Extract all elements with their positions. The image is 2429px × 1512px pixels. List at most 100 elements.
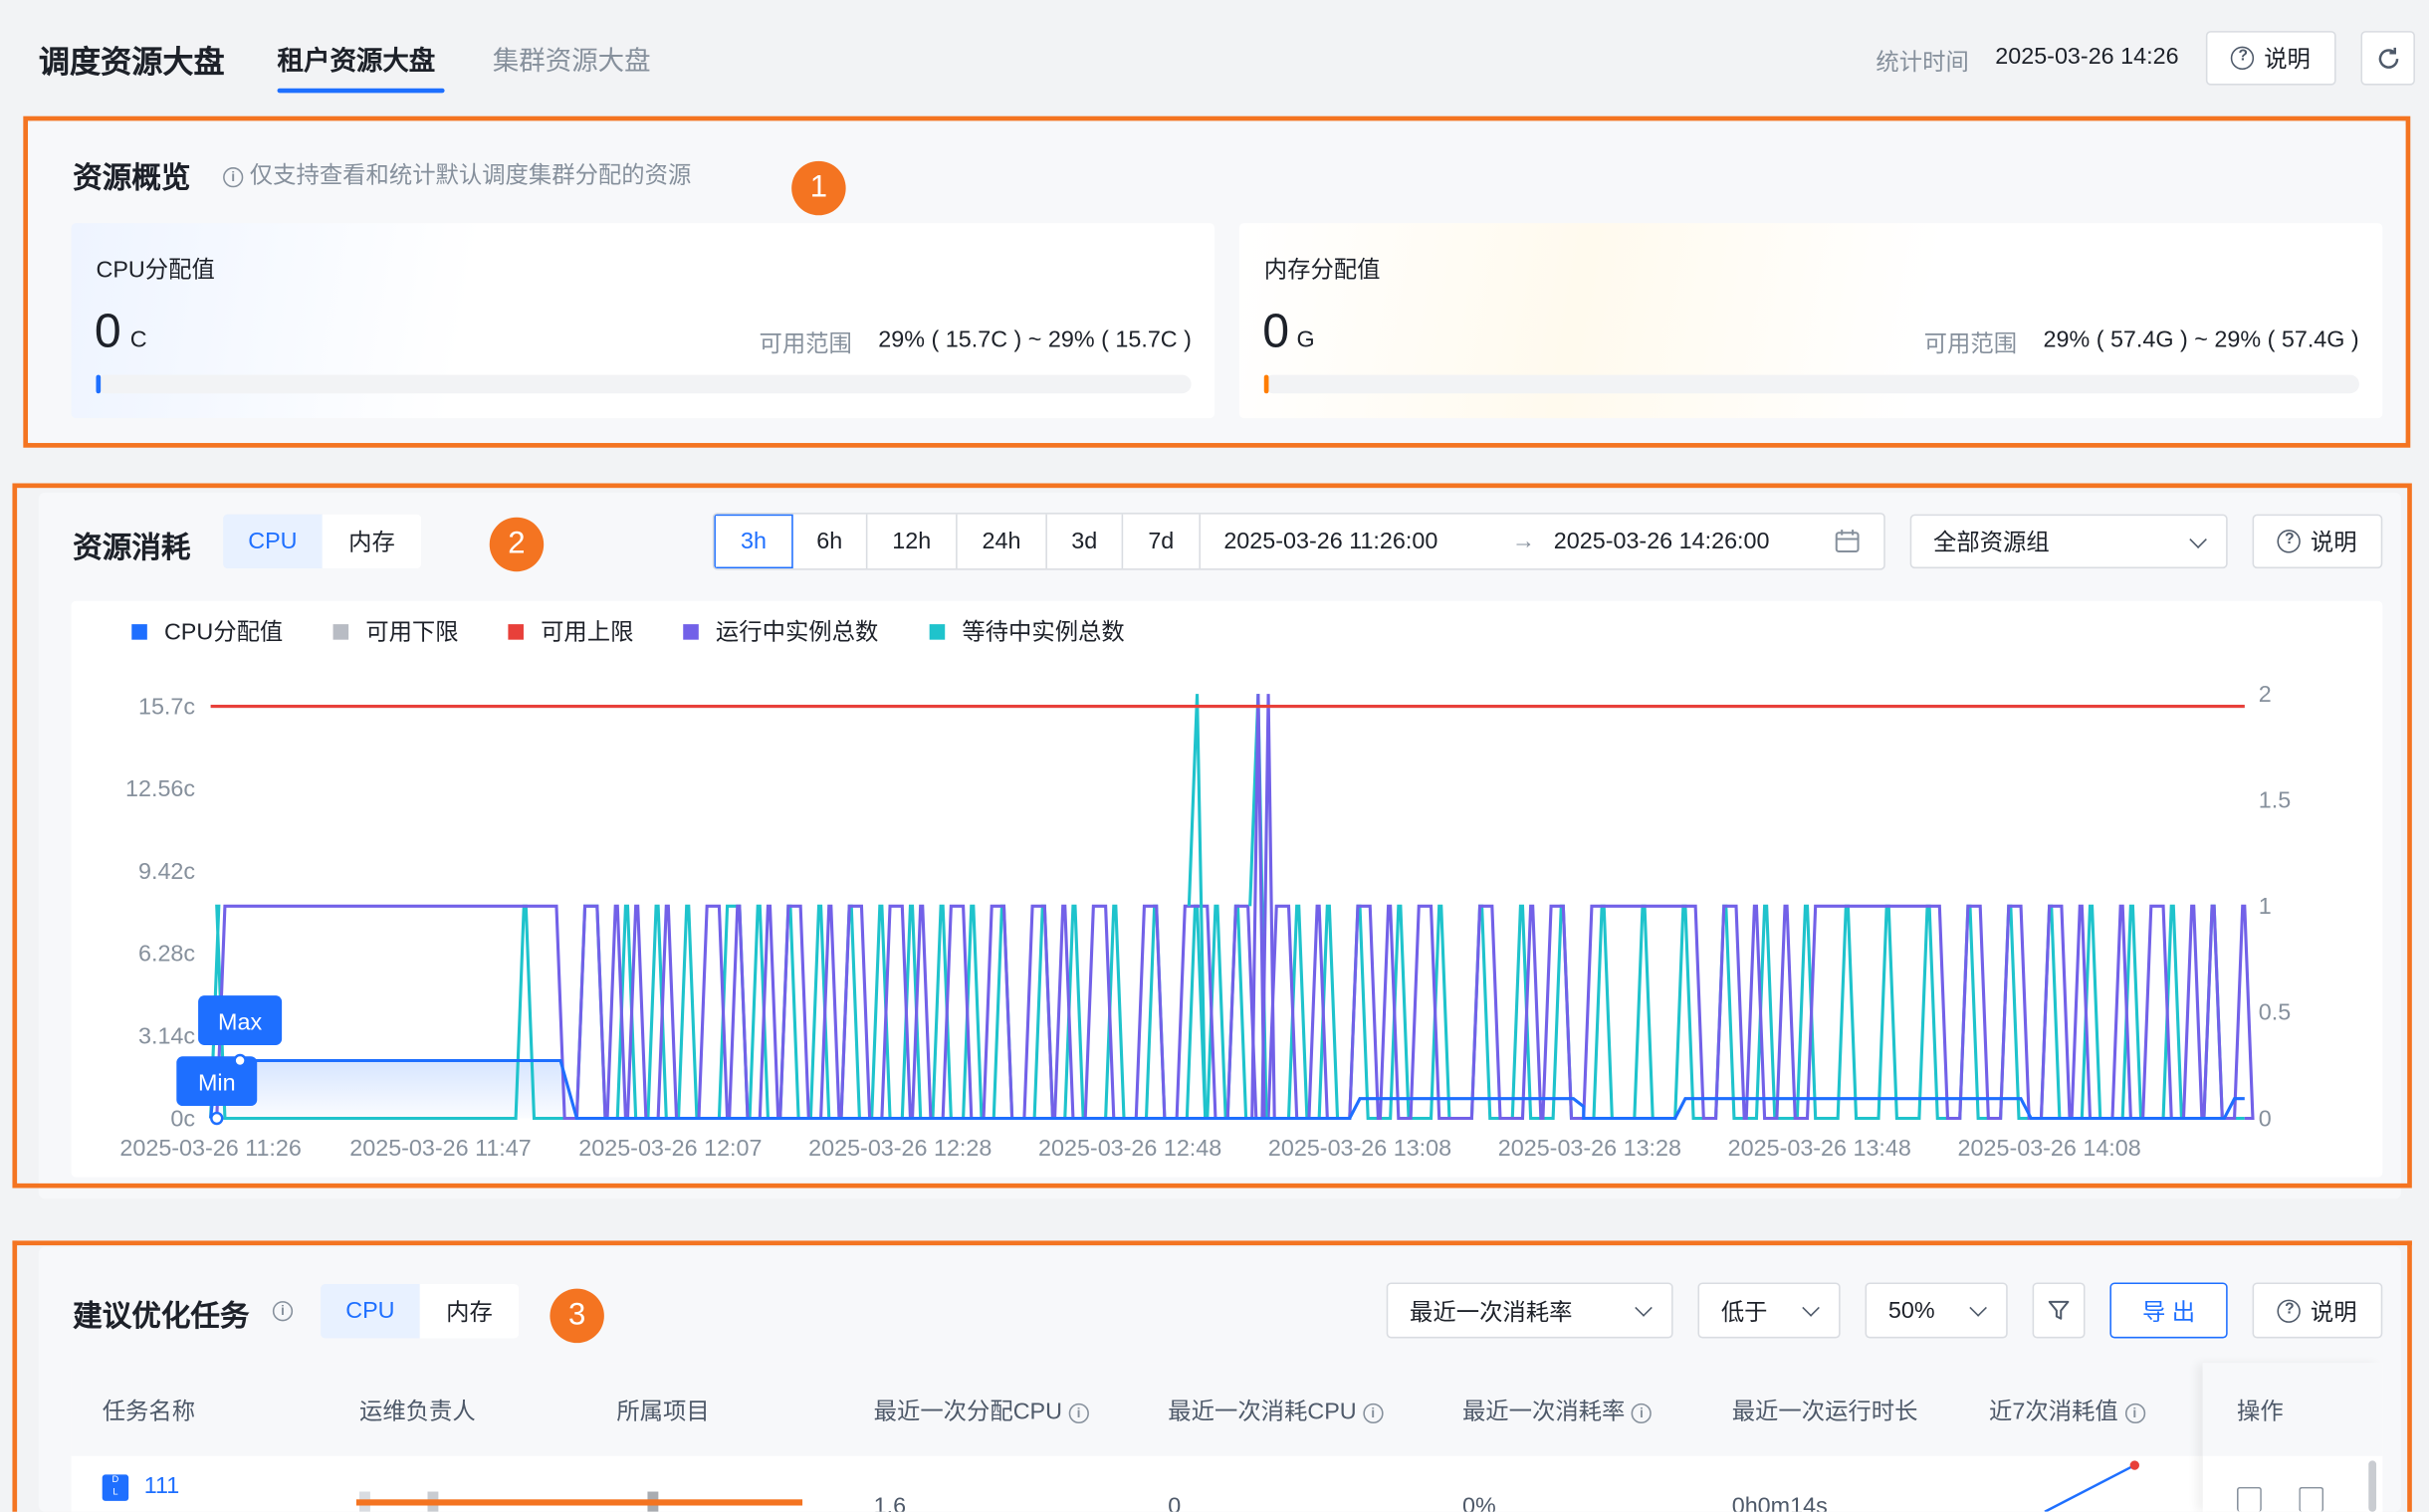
legend-waiting-instances[interactable]: 等待中实例总数: [929, 615, 1125, 648]
y-left-tick-label: 6.28c: [138, 941, 195, 967]
legend-swatch: [131, 623, 147, 639]
min-point: [210, 1111, 224, 1126]
edit-icon[interactable]: [2299, 1486, 2324, 1512]
legend-cpu-allocation[interactable]: CPU分配值: [131, 615, 283, 648]
view-detail-icon[interactable]: [2237, 1486, 2262, 1512]
row-consume-rate: 0%: [1461, 1493, 1496, 1512]
info-icon: i: [223, 167, 244, 188]
y-right-tick-label: 2: [2259, 681, 2272, 707]
x-tick-label: 2025-03-26 12:28: [808, 1135, 992, 1161]
annotation-underline: [355, 1499, 803, 1506]
tab-cluster-dashboard[interactable]: 集群资源大盘: [493, 39, 651, 78]
optimize-resource-switch: CPU 内存: [321, 1284, 520, 1339]
col-last-duration: 最近一次运行时长: [1731, 1399, 1918, 1425]
question-icon: ?: [2231, 46, 2255, 71]
y-left-tick-label: 12.56c: [125, 775, 195, 801]
x-tick-label: 2025-03-26 13:48: [1728, 1135, 1911, 1161]
x-tick-label: 2025-03-26 12:07: [578, 1135, 762, 1161]
range-6h-button[interactable]: 6h: [793, 514, 868, 569]
actions-header-bg: [2202, 1363, 2383, 1456]
col-task-name: 任务名称: [102, 1399, 196, 1425]
page-title: 调度资源大盘: [38, 46, 225, 81]
overview-note-text: 仅支持查看和统计默认调度集群分配的资源: [249, 162, 692, 189]
date-range-arrow: →: [1511, 528, 1536, 555]
optimize-cpu-toggle[interactable]: CPU: [321, 1284, 420, 1339]
legend-swatch: [929, 623, 946, 639]
y-left-tick-label: 0c: [170, 1105, 195, 1131]
y-right-tick-label: 0: [2259, 1105, 2272, 1131]
cpu-allocation-bar: [96, 374, 1192, 394]
legend-label: 可用上限: [541, 619, 634, 646]
refresh-icon: [2377, 47, 2398, 69]
col-last-consumed-cpu: 最近一次消耗CPU i: [1168, 1394, 1384, 1426]
resource-group-select[interactable]: 全部资源组: [1909, 514, 2228, 569]
cpu-allocation-value: 0: [94, 303, 121, 358]
range-3h-button[interactable]: 3h: [714, 514, 793, 569]
filter-button[interactable]: [2032, 1282, 2086, 1339]
x-tick-label: 2025-03-26 13:28: [1498, 1135, 1681, 1161]
task-name-link[interactable]: 111: [144, 1473, 179, 1499]
optimize-title: 建议优化任务: [73, 1301, 250, 1334]
x-tick-label: 2025-03-26 13:08: [1268, 1135, 1451, 1161]
active-tab-indicator: [277, 88, 445, 94]
tab-tenant-dashboard[interactable]: 租户资源大盘: [278, 39, 436, 78]
refresh-button[interactable]: [2360, 31, 2415, 86]
date-range-input[interactable]: 2025-03-26 11:26:00 → 2025-03-26 14:26:0…: [1201, 515, 1883, 568]
range-3d-button[interactable]: 3d: [1047, 514, 1124, 569]
overview-note: i 仅支持查看和统计默认调度集群分配的资源: [223, 158, 691, 191]
legend-label: 可用下限: [365, 619, 459, 646]
metric-select[interactable]: 最近一次消耗率: [1386, 1282, 1673, 1339]
cpu-allocation-card: CPU分配值 0 C 可用范围 29% ( 15.7C ) ~ 29% ( 15…: [71, 223, 1214, 419]
compare-select[interactable]: 低于: [1697, 1282, 1841, 1339]
optimize-help-button[interactable]: ? 说明: [2252, 1282, 2383, 1339]
task-type-icon: DL: [102, 1474, 129, 1501]
min-marker-label: Min: [198, 1069, 236, 1095]
optimize-memory-toggle[interactable]: 内存: [419, 1284, 520, 1339]
compare-select-value: 低于: [1720, 1298, 1768, 1326]
consumption-title: 资源消耗: [73, 533, 191, 565]
legend-swatch: [332, 623, 349, 639]
info-icon: i: [1631, 1403, 1653, 1424]
stat-time-value: 2025-03-26 14:26: [1995, 43, 2179, 71]
consumption-memory-toggle[interactable]: 内存: [322, 514, 422, 569]
col-last-alloc-cpu: 最近一次分配CPU i: [874, 1394, 1089, 1426]
range-12h-button[interactable]: 12h: [867, 514, 958, 569]
overview-title: 资源概览: [73, 162, 191, 196]
col-last7-consumption: 近7次消耗值 i: [1989, 1394, 2145, 1426]
info-icon: i: [1068, 1403, 1089, 1424]
col-last-consume-rate: 最近一次消耗率 i: [1462, 1394, 1653, 1426]
annotation-badge-2: 2: [489, 517, 545, 572]
legend-running-instances[interactable]: 运行中实例总数: [683, 615, 878, 648]
row-sparkline: [2044, 1460, 2139, 1512]
consumption-help-button[interactable]: ? 说明: [2252, 514, 2383, 569]
running-instances-peak: [1260, 694, 1276, 1119]
range-7d-button[interactable]: 7d: [1123, 514, 1201, 569]
cpu-allocation-bar-fill: [96, 374, 102, 394]
col-owner: 运维负责人: [359, 1399, 476, 1425]
legend-label: 等待中实例总数: [962, 619, 1125, 646]
memory-allocation-bar-fill: [1263, 374, 1269, 394]
memory-range-value: 29% ( 57.4G ) ~ 29% ( 57.4G ): [2043, 326, 2359, 353]
max-marker-label: Max: [218, 1008, 262, 1034]
chevron-down-icon: [1635, 1299, 1653, 1317]
x-tick-label: 2025-03-26 14:08: [1958, 1135, 2141, 1161]
percent-select[interactable]: 50%: [1865, 1282, 2008, 1339]
legend-upper-bound[interactable]: 可用上限: [508, 615, 633, 648]
cpu-allocation-area: [210, 1060, 577, 1119]
consumption-chart[interactable]: 0c 3.14c 6.28c 9.42c 12.56c 15.7c 0 0.5 1 1.5 2 202…: [72, 651, 2383, 1178]
question-icon: ?: [2278, 1298, 2302, 1323]
header-help-button[interactable]: ? 说明: [2205, 31, 2336, 86]
legend-lower-bound[interactable]: 可用下限: [332, 615, 459, 648]
cpu-range-label: 可用范围: [759, 331, 852, 358]
table-scrollbar[interactable]: [2368, 1460, 2377, 1512]
info-icon: i: [272, 1301, 294, 1322]
legend-swatch: [683, 623, 699, 639]
annotation-badge-3: 3: [550, 1288, 604, 1344]
optimize-help-label: 说明: [2310, 1298, 2357, 1326]
consumption-cpu-toggle[interactable]: CPU: [223, 514, 323, 569]
memory-range-label: 可用范围: [1923, 331, 2018, 358]
export-button[interactable]: 导 出: [2109, 1282, 2228, 1339]
y-right-tick-label: 1.5: [2259, 787, 2291, 813]
range-24h-button[interactable]: 24h: [958, 514, 1047, 569]
col-project: 所属项目: [616, 1399, 710, 1425]
